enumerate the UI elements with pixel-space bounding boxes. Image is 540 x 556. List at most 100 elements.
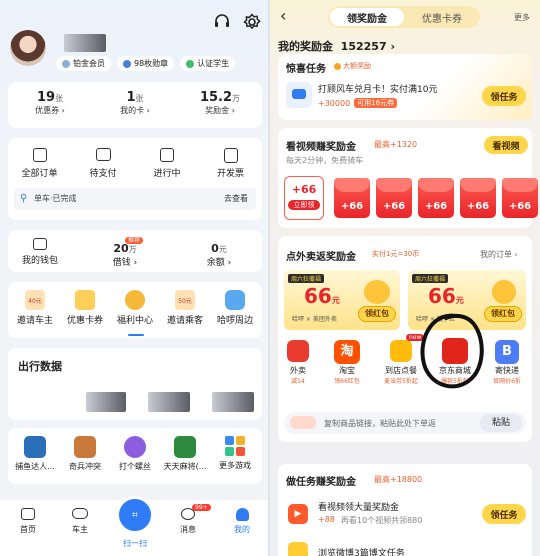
tab-home[interactable]: 首页 bbox=[10, 508, 46, 535]
wallet-card: 我的钱包 推荐 20万 借钱 › 0元 余额 › bbox=[8, 230, 262, 272]
unread-badge: 99+ bbox=[192, 504, 211, 511]
invite-driver-button[interactable]: 40元 邀请车主 bbox=[10, 290, 60, 326]
app-express[interactable]: B 寄快递 官网价6折 bbox=[482, 340, 532, 385]
member-badge[interactable]: 铂金会员 bbox=[56, 56, 111, 71]
screw-game-icon bbox=[124, 436, 146, 458]
envelope-claim[interactable]: +66 立即领 bbox=[284, 176, 324, 220]
red-envelope[interactable]: +66 bbox=[376, 178, 412, 218]
mascot-icon bbox=[225, 290, 245, 310]
shop-logos-icon bbox=[290, 416, 316, 429]
welfare-center-button[interactable]: 福利中心 bbox=[110, 290, 160, 326]
username-redacted bbox=[64, 34, 106, 52]
scan-icon: ⌗ bbox=[132, 509, 138, 521]
segment-control: 领奖励金 优惠卡券 bbox=[328, 6, 480, 28]
redacted-stat bbox=[212, 392, 254, 412]
card-stat[interactable]: 1张 我的卡 › bbox=[92, 90, 178, 116]
wallet-icon bbox=[33, 238, 47, 250]
scan-button[interactable]: ⌗ bbox=[116, 496, 154, 534]
medal-icon bbox=[123, 59, 131, 68]
reward-balance[interactable]: 我的奖励金 152257 › bbox=[278, 38, 395, 54]
tab-messages[interactable]: 消息 99+ bbox=[170, 504, 211, 535]
all-orders-button[interactable]: 全部订单 bbox=[8, 148, 71, 179]
watch-video-button[interactable]: 看视频 bbox=[484, 136, 528, 154]
my-wallet-button[interactable]: 我的钱包 bbox=[22, 238, 58, 266]
stats-card: 19张 优惠券 › 1张 我的卡 › 15.2万 奖励金 › bbox=[8, 82, 262, 128]
grid-icon bbox=[225, 436, 245, 456]
red-envelope[interactable]: +66 bbox=[334, 178, 370, 218]
meituan-promo[interactable]: 周六狂撒福 66元 哈啰 × 美团外卖 领红包 bbox=[284, 270, 400, 330]
student-badge[interactable]: 认证学生 bbox=[180, 56, 236, 71]
car-icon bbox=[72, 508, 88, 519]
fishing-game-icon bbox=[24, 436, 46, 458]
invite-driver-icon: 40元 bbox=[25, 290, 45, 310]
bike-status-row[interactable]: ⚲ 单车·已完成 去查看 bbox=[14, 188, 256, 210]
coupon-stat[interactable]: 19张 优惠券 › bbox=[8, 90, 92, 116]
dine-in-app-icon bbox=[390, 340, 412, 362]
red-envelope[interactable]: +66 bbox=[502, 178, 538, 218]
taobao-app-icon: 淘 bbox=[334, 340, 360, 364]
in-progress-button[interactable]: 进行中 bbox=[135, 148, 199, 179]
tab-coupons[interactable]: 优惠卡券 bbox=[406, 8, 478, 26]
order-list-icon bbox=[32, 148, 47, 162]
tab-mine[interactable]: 我的 bbox=[224, 508, 260, 535]
large-reward-tag: 大额奖励 bbox=[334, 61, 371, 71]
medal-badge[interactable]: 98枚勋章 bbox=[117, 56, 175, 71]
red-envelope[interactable]: +66 bbox=[418, 178, 454, 218]
pending-payment-button[interactable]: 待支付 bbox=[71, 148, 135, 179]
tab-driver[interactable]: 车主 bbox=[62, 508, 98, 535]
orders-card: 全部订单 待支付 进行中 开发票 ⚲ 单车·已完成 去查看 bbox=[8, 138, 262, 220]
redacted-stat bbox=[148, 392, 190, 412]
trip-data-title: 出行数据 bbox=[18, 360, 62, 373]
paste-button[interactable]: 粘贴 bbox=[480, 414, 522, 432]
mascot-icon bbox=[492, 280, 516, 304]
claim-task-button[interactable]: 领任务 bbox=[482, 504, 526, 524]
home-icon bbox=[21, 508, 35, 520]
balance-button[interactable]: 0元 余额 › bbox=[194, 242, 244, 268]
invite-passenger-button[interactable]: 50元 邀请乘客 bbox=[160, 290, 210, 326]
game-qibing[interactable]: 奇兵冲突 bbox=[60, 436, 110, 472]
video-reward-card: 看视频赚奖励金 最高+1320 每天2分钟，免费骑车 看视频 +66 立即领 +… bbox=[278, 128, 538, 228]
game-fishing[interactable]: 捕鱼达人... bbox=[10, 436, 60, 472]
claim-task-button[interactable]: 领任务 bbox=[482, 86, 526, 106]
scooter-card-icon bbox=[286, 82, 312, 108]
more-link[interactable]: 更多 bbox=[514, 12, 530, 23]
invoice-button[interactable]: 开发票 bbox=[199, 148, 262, 179]
avatar[interactable] bbox=[10, 30, 46, 66]
invite-passenger-icon: 50元 bbox=[175, 290, 195, 310]
app-takeout[interactable]: 外卖 减14 bbox=[278, 340, 318, 385]
view-bike-link[interactable]: 去查看 bbox=[224, 193, 248, 204]
diamond-icon bbox=[62, 59, 70, 68]
trip-data-card[interactable]: 出行数据 bbox=[8, 348, 262, 420]
games-card: 捕鱼达人... 奇兵冲突 打个螺丝 天天麻将(... 更多游戏 bbox=[8, 428, 262, 484]
coupon-icon bbox=[75, 290, 95, 310]
annotation-circle bbox=[420, 313, 484, 389]
weibo-icon bbox=[288, 542, 308, 556]
back-icon[interactable]: ‹ bbox=[280, 6, 286, 25]
app-taobao[interactable]: 淘 淘宝 领66红包 bbox=[322, 340, 372, 385]
hello-merch-button[interactable]: 哈啰周边 bbox=[210, 290, 260, 326]
takeout-reward-card: 点外卖返奖励金 实付1元=30币 我的订单 › 周六狂撒福 66元 哈啰 × 美… bbox=[278, 236, 532, 442]
invoice-icon bbox=[223, 148, 238, 163]
services-card: 40元 邀请车主 优惠卡券 福利中心 50元 邀请乘客 哈啰周边 bbox=[8, 282, 262, 338]
bicycle-icon: ⚲ bbox=[20, 193, 28, 204]
student-cap-icon bbox=[186, 59, 195, 68]
loan-button[interactable]: 20万 借钱 › bbox=[100, 242, 150, 268]
my-orders-link[interactable]: 我的订单 › bbox=[480, 249, 518, 260]
more-games-button[interactable]: 更多游戏 bbox=[210, 436, 260, 471]
coupon-cards-button[interactable]: 优惠卡券 bbox=[60, 290, 110, 326]
in-progress-icon bbox=[160, 148, 174, 162]
game-screw[interactable]: 打个螺丝 bbox=[110, 436, 160, 472]
mahjong-game-icon bbox=[174, 436, 196, 458]
qibing-game-icon bbox=[74, 436, 96, 458]
reward-stat[interactable]: 15.2万 奖励金 › bbox=[178, 90, 262, 116]
red-envelope[interactable]: +66 bbox=[460, 178, 496, 218]
takeout-app-icon bbox=[287, 340, 309, 362]
customer-service-icon[interactable] bbox=[212, 12, 232, 32]
tab-rewards[interactable]: 领奖励金 bbox=[330, 8, 404, 26]
settings-gear-icon[interactable] bbox=[242, 12, 262, 32]
bottom-tab-bar: 首页 车主 ⌗ 扫一扫 消息 99+ 我的 bbox=[0, 496, 268, 556]
reward-screen: ‹ 领奖励金 优惠卡券 更多 我的奖励金 152257 › 惊喜任务 大额奖励 … bbox=[270, 0, 540, 556]
game-mahjong[interactable]: 天天麻将(... bbox=[160, 436, 210, 472]
wallet-pay-icon bbox=[95, 148, 111, 161]
user-icon bbox=[235, 508, 249, 521]
